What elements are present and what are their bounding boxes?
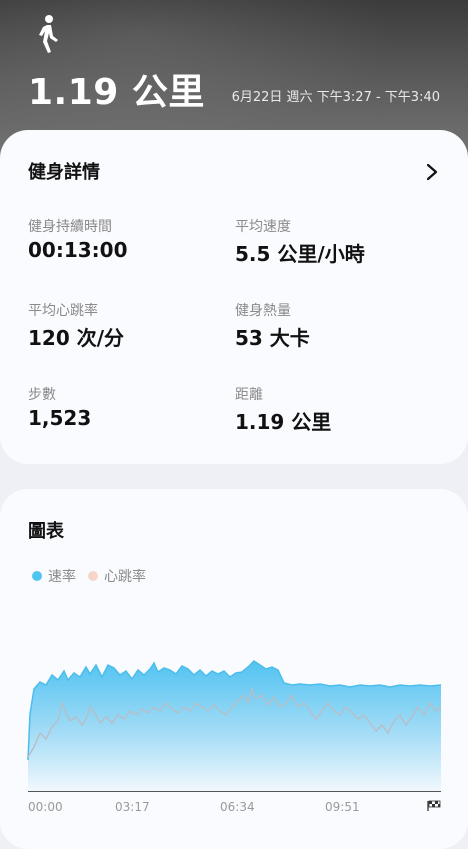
details-title: 健身詳情: [28, 162, 100, 183]
avg-speed-value: 5.5 公里/小時: [235, 242, 365, 266]
chevron-right-icon[interactable]: [426, 163, 438, 181]
duration-label: 健身持續時間: [28, 219, 112, 235]
speed-heart-rate-chart[interactable]: [0, 489, 468, 799]
workout-datetime: 6月22日 週六 下午3:27 - 下午3:40: [231, 90, 440, 105]
avg-speed-label: 平均速度: [235, 219, 291, 235]
total-distance: 1.19 公里: [28, 72, 205, 113]
avg-heart-rate-value: 120 次/分: [28, 326, 125, 350]
speed-area: [28, 661, 441, 791]
distance-label: 距離: [235, 387, 263, 403]
x-tick-3: 09:51: [325, 800, 360, 814]
calories-value: 53 大卡: [235, 326, 310, 350]
x-tick-0: 00:00: [28, 800, 63, 814]
x-tick-2: 06:34: [220, 800, 255, 814]
chart-card: 圖表 速率 心跳率 00:00 03:17 06:34 09:51: [0, 489, 468, 849]
workout-details-card[interactable]: 健身詳情 健身持續時間 00:13:00 平均速度 5.5 公里/小時 平均心跳…: [0, 130, 468, 464]
calories-label: 健身熱量: [235, 303, 291, 319]
x-tick-1: 03:17: [115, 800, 150, 814]
duration-value: 00:13:00: [28, 238, 128, 262]
avg-heart-rate-label: 平均心跳率: [28, 303, 98, 319]
steps-label: 步數: [28, 387, 56, 403]
steps-value: 1,523: [28, 406, 92, 430]
checkered-flag-icon: [427, 800, 441, 811]
distance-value: 1.19 公里: [235, 410, 332, 434]
walking-person-icon: [39, 15, 58, 53]
